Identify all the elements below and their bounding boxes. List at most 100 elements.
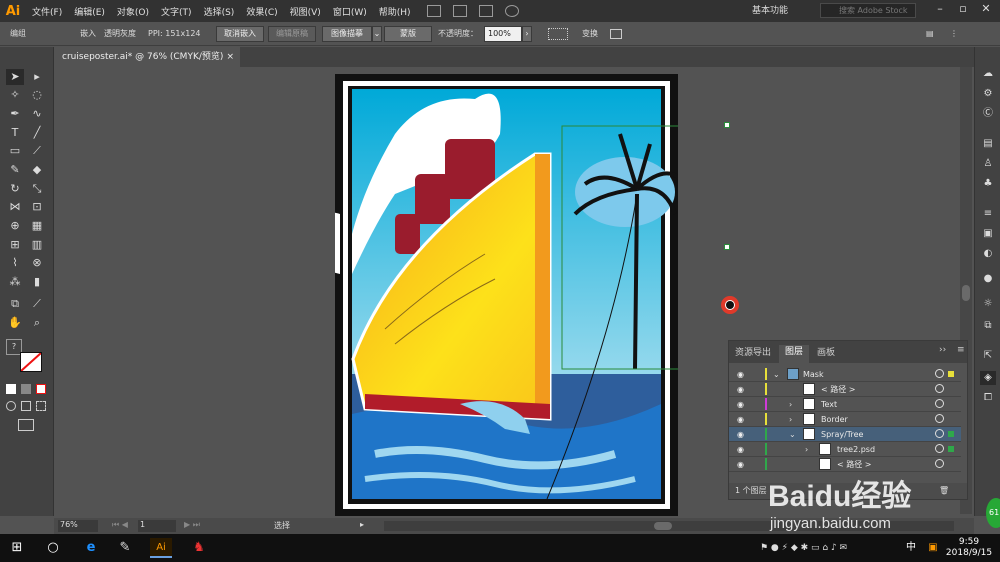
color-mode-icon[interactable] <box>6 384 16 394</box>
handle-top-right[interactable] <box>724 122 730 128</box>
magic-wand-icon[interactable]: ✧ <box>6 87 24 103</box>
menu-help[interactable]: 帮助(H) <box>373 5 417 18</box>
stroke-swatch-icon[interactable] <box>20 352 42 372</box>
opacity-dropdown[interactable]: › <box>522 26 532 42</box>
symbol-sprayer-icon[interactable]: ⁂ <box>6 274 24 290</box>
arrange-documents-icon[interactable] <box>478 5 493 17</box>
chevron-right-icon[interactable]: › <box>789 412 792 427</box>
rectangle-icon[interactable]: ▭ <box>6 143 24 159</box>
h-scroll-thumb[interactable] <box>654 522 672 530</box>
hand-icon[interactable]: ✋ <box>6 315 24 331</box>
layer-row-spray-tree[interactable]: ◉ ⌄ Spray/Tree <box>729 427 961 442</box>
stock-search-input[interactable]: 搜索 Adobe Stock <box>820 3 916 18</box>
brushes-icon[interactable]: ♙ <box>980 157 996 171</box>
mesh-icon[interactable]: ⊞ <box>6 237 24 253</box>
start-icon[interactable]: ⊞ <box>6 538 28 558</box>
symbols-icon[interactable]: ♣ <box>980 177 996 191</box>
stroke-icon[interactable]: ≡ <box>980 207 996 221</box>
draw-inside-icon[interactable] <box>36 401 46 411</box>
layer-row-path[interactable]: ◉ < 路径 > <box>729 382 961 397</box>
gradient-panel-icon[interactable]: ▣ <box>980 227 996 241</box>
edge-icon[interactable]: e <box>80 538 102 558</box>
eye-icon[interactable]: ◉ <box>737 382 749 397</box>
edit-original-button[interactable]: 编辑原稿 <box>268 26 316 42</box>
graph-icon[interactable]: ▮ <box>28 274 46 290</box>
mask-button[interactable]: 蒙版 <box>384 26 432 42</box>
layer-row-mask[interactable]: ◉ ⌄ Mask <box>729 367 961 382</box>
libraries-cc-icon[interactable]: Ⓒ <box>980 107 996 121</box>
menu-view[interactable]: 视图(V) <box>284 5 327 18</box>
panel-options-icon[interactable]: ≡ <box>957 345 965 355</box>
export-icon[interactable]: ⇱ <box>980 349 996 363</box>
qq-icon[interactable]: ♞ <box>188 538 210 558</box>
arrange-icon[interactable]: ⋮ <box>950 27 958 41</box>
menu-window[interactable]: 窗口(W) <box>327 5 373 18</box>
eye-icon[interactable]: ◉ <box>737 457 749 472</box>
next-artboard-icon[interactable]: ▶ ⏭ <box>184 520 200 530</box>
graphic-styles-icon[interactable]: ⧉ <box>980 319 996 333</box>
brush-icon[interactable]: ⟋ <box>28 143 46 159</box>
zoom-icon[interactable]: ⌕ <box>28 315 46 331</box>
layer-row-tree2[interactable]: ◉ › tree2.psd <box>729 442 961 457</box>
slice-icon[interactable]: ⟋ <box>28 296 46 312</box>
chevron-right-icon[interactable]: › <box>789 397 792 412</box>
blend-icon[interactable]: ⊗ <box>28 255 46 271</box>
clock[interactable]: 9:59 2018/9/15 <box>944 537 994 559</box>
line-icon[interactable]: ╱ <box>28 125 46 141</box>
close-tab-icon[interactable]: × <box>226 47 234 67</box>
menu-effect[interactable]: 效果(C) <box>240 5 283 18</box>
shape-builder-icon[interactable]: ⊕ <box>6 218 24 234</box>
tray-icons[interactable]: ⚑ ● ⚡ ◆ ✱ ▭ ⌂ ♪ ✉ <box>760 538 900 558</box>
properties-icon[interactable]: ⚙ <box>980 87 996 101</box>
menu-edit[interactable]: 编辑(E) <box>68 5 111 18</box>
panel-menu-icon[interactable]: ▤ <box>926 27 934 41</box>
target-icon[interactable] <box>935 369 944 378</box>
task-view-icon[interactable]: ○ <box>42 538 64 558</box>
target-icon[interactable] <box>935 384 944 393</box>
draw-behind-icon[interactable] <box>21 401 31 411</box>
zoom-select[interactable]: 76% <box>58 520 98 532</box>
document-tab[interactable]: cruiseposter.ai* @ 76% (CMYK/预览) × <box>54 47 240 67</box>
menu-type[interactable]: 文字(T) <box>155 5 198 18</box>
layers-icon[interactable]: ◈ <box>980 371 996 385</box>
rotate-icon[interactable]: ↻ <box>6 181 24 197</box>
eye-icon[interactable]: ◉ <box>737 397 749 412</box>
transform-link[interactable]: 变换 <box>582 27 598 41</box>
pen-icon[interactable]: ✒ <box>6 106 24 122</box>
isolate-icon[interactable] <box>610 29 622 39</box>
layer-row-border[interactable]: ◉ › Border <box>729 412 961 427</box>
scroll-thumb[interactable] <box>962 285 970 301</box>
width-icon[interactable]: ⋈ <box>6 199 24 215</box>
perspective-icon[interactable]: ▦ <box>28 218 46 234</box>
maximize-icon[interactable]: ▫ <box>956 2 970 18</box>
target-icon[interactable] <box>935 459 944 468</box>
draw-normal-icon[interactable] <box>6 401 16 411</box>
close-icon[interactable]: ✕ <box>979 2 993 18</box>
gradient-icon[interactable]: ▥ <box>28 237 46 253</box>
selection-tool-icon[interactable]: ➤ <box>6 69 24 85</box>
transparency-icon[interactable]: ◐ <box>980 247 996 261</box>
menu-object[interactable]: 对象(O) <box>111 5 155 18</box>
type-icon[interactable]: T <box>6 125 24 141</box>
free-transform-icon[interactable]: ⊡ <box>28 199 46 215</box>
artboard-select[interactable]: 1 <box>138 520 176 532</box>
first-artboard-icon[interactable]: ⏮ ◀ <box>112 520 128 530</box>
bridge-icon[interactable] <box>426 5 441 17</box>
tab-asset-export[interactable]: 资源导出 <box>735 345 771 358</box>
ime-indicator[interactable]: 中 <box>900 538 922 558</box>
artboards-icon[interactable]: ⧠ <box>980 391 996 405</box>
eye-icon[interactable]: ◉ <box>737 367 749 382</box>
layer-row-text[interactable]: ◉ › Text <box>729 397 961 412</box>
minimize-icon[interactable]: – <box>933 2 947 18</box>
eye-icon[interactable]: ◉ <box>737 427 749 442</box>
notification-icon[interactable]: ▣ <box>922 538 944 558</box>
artboard-icon[interactable]: ⧉ <box>6 296 24 312</box>
chevron-right-icon[interactable]: › <box>805 442 808 457</box>
target-icon[interactable] <box>935 414 944 423</box>
gradient-mode-icon[interactable] <box>21 384 31 394</box>
none-mode-icon[interactable] <box>36 384 46 394</box>
artboard[interactable] <box>335 74 678 516</box>
shaper-icon[interactable]: ✎ <box>6 162 24 178</box>
stock-icon[interactable] <box>452 5 467 17</box>
chevron-down-icon[interactable]: ⌄ <box>789 427 796 442</box>
